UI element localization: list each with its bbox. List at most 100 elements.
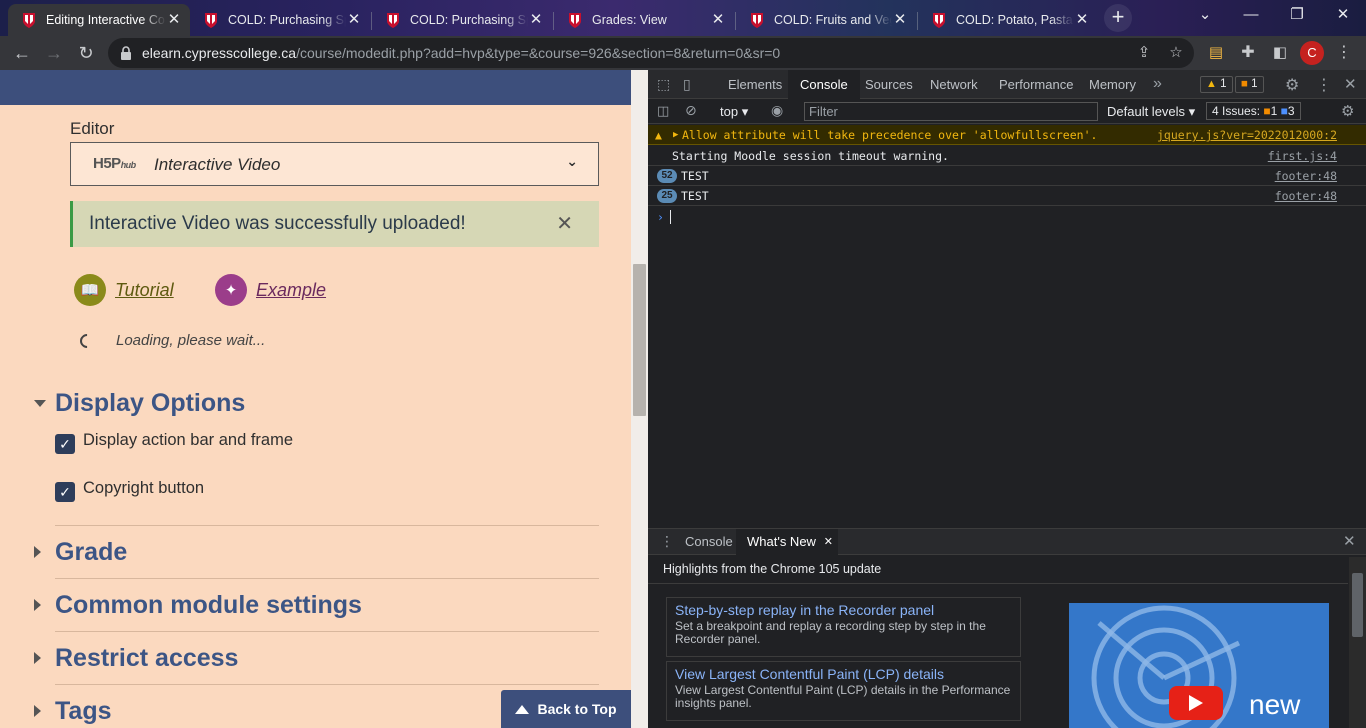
kebab-menu-icon[interactable]: ⋮ xyxy=(1316,75,1332,95)
context-select[interactable]: top ▾ xyxy=(720,104,748,120)
kebab-menu-icon[interactable]: ⋮ xyxy=(1330,39,1358,67)
whats-new-item-title[interactable]: View Largest Contentful Paint (LCP) deta… xyxy=(675,666,1012,682)
close-alert-icon[interactable]: ✕ xyxy=(556,211,573,236)
bookmark-star-icon[interactable]: ☆ xyxy=(1166,43,1186,63)
tab-close-icon[interactable]: ✕ xyxy=(1074,12,1090,28)
collapsed-arrow-icon[interactable] xyxy=(34,546,41,558)
devtools-tab-memory[interactable]: Memory xyxy=(1089,70,1136,99)
browser-tab[interactable]: Grades: View ✕ xyxy=(554,4,734,36)
section-heading-grade[interactable]: Grade xyxy=(55,538,127,567)
console-settings-gear-icon[interactable]: ⚙ xyxy=(1341,102,1354,120)
checkmark-icon[interactable]: ✓ xyxy=(55,434,75,454)
section-heading-common-module-settings[interactable]: Common module settings xyxy=(55,591,362,620)
browser-tab-strip: Editing Interactive Co ✕ COLD: Purchasin… xyxy=(0,0,1366,36)
tutorial-link-group[interactable]: 📖 Tutorial xyxy=(74,274,174,306)
checkmark-icon[interactable]: ✓ xyxy=(55,482,75,502)
gear-icon[interactable]: ⚙ xyxy=(1285,75,1299,95)
drawer-tab-console[interactable]: Console xyxy=(685,529,733,555)
tutorial-link[interactable]: Tutorial xyxy=(115,280,174,301)
devtools-tab-sources[interactable]: Sources xyxy=(865,70,913,99)
eye-icon[interactable]: ◉ xyxy=(771,102,783,119)
section-divider xyxy=(55,684,599,685)
browser-tab-active[interactable]: Editing Interactive Co ✕ xyxy=(8,4,190,36)
scrollbar-thumb[interactable] xyxy=(633,264,646,416)
issue-count-badge[interactable]: ■ 1 xyxy=(1235,76,1264,93)
example-link-group[interactable]: ✦ Example xyxy=(215,274,326,306)
whats-new-item[interactable]: View Largest Contentful Paint (LCP) deta… xyxy=(666,661,1021,721)
collapsed-arrow-icon[interactable] xyxy=(34,652,41,664)
forward-arrow-icon[interactable]: → xyxy=(40,39,68,67)
close-devtools-icon[interactable]: ✕ xyxy=(1344,75,1357,93)
lock-icon xyxy=(121,46,131,60)
minimize-icon[interactable]: — xyxy=(1228,0,1274,32)
console-message-warning: ▲ ▶ Allow attribute will take precedence… xyxy=(648,125,1366,145)
section-heading-restrict-access[interactable]: Restrict access xyxy=(55,644,238,673)
devtools-tab-console[interactable]: Console xyxy=(788,70,860,99)
close-window-icon[interactable]: ✕ xyxy=(1320,0,1366,32)
log-levels-value: Default levels xyxy=(1107,104,1186,119)
device-toolbar-icon[interactable]: ▯ xyxy=(683,76,691,93)
checkbox-display-action-bar[interactable]: ✓ Display action bar and frame xyxy=(55,431,293,454)
browser-tab[interactable]: COLD: Potato, Pasta ar ✕ xyxy=(918,4,1098,36)
tab-close-icon[interactable]: ✕ xyxy=(346,12,362,28)
warning-count-badge[interactable]: ▲ 1 xyxy=(1200,76,1233,93)
tab-close-icon[interactable]: ✕ xyxy=(528,12,544,28)
browser-tab[interactable]: COLD: Fruits and Vege ✕ xyxy=(736,4,916,36)
collapsed-arrow-icon[interactable] xyxy=(34,705,41,717)
browser-tab[interactable]: COLD: Purchasing Spe ✕ xyxy=(372,4,552,36)
console-source-link[interactable]: jquery.js?ver=2022012000:2 xyxy=(1157,125,1337,145)
tab-title: COLD: Purchasing Spe xyxy=(228,13,346,27)
close-drawer-icon[interactable]: ✕ xyxy=(1343,532,1356,550)
devtools-tab-network[interactable]: Network xyxy=(930,70,978,99)
whats-new-video-thumbnail[interactable]: new xyxy=(1069,603,1329,728)
new-tab-button[interactable]: + xyxy=(1104,4,1132,32)
extension-icon[interactable]: ▤ xyxy=(1202,39,1230,67)
close-tab-icon[interactable]: ✕ xyxy=(824,529,833,555)
restore-icon[interactable]: ❐ xyxy=(1274,0,1320,32)
editor-select[interactable]: H5Phub Interactive Video ⌄ xyxy=(70,142,599,186)
browser-tab[interactable]: COLD: Purchasing Spe ✕ xyxy=(190,4,370,36)
console-prompt[interactable]: › xyxy=(648,207,1366,227)
address-bar[interactable]: elearn.cypresscollege.ca/course/modedit.… xyxy=(108,38,1194,68)
log-levels-select[interactable]: Default levels ▾ xyxy=(1107,104,1195,120)
console-source-link[interactable]: footer:48 xyxy=(1275,186,1337,206)
back-to-top-button[interactable]: Back to Top xyxy=(501,690,631,728)
section-heading-display-options[interactable]: Display Options xyxy=(55,389,245,418)
clear-console-icon[interactable]: ⊘ xyxy=(685,102,697,119)
console-filter-input[interactable]: Filter xyxy=(804,102,1098,121)
example-link[interactable]: Example xyxy=(256,280,326,301)
youtube-play-icon[interactable] xyxy=(1169,686,1223,720)
back-arrow-icon[interactable]: ← xyxy=(8,39,36,67)
whats-new-item[interactable]: Step-by-step replay in the Recorder pane… xyxy=(666,597,1021,657)
expand-triangle-icon[interactable]: ▶ xyxy=(673,125,678,145)
issues-button[interactable]: 4 Issues: ■1 ■3 xyxy=(1206,102,1301,120)
drawer-menu-icon[interactable]: ⋮ xyxy=(660,533,674,550)
share-icon[interactable]: ⇪ xyxy=(1134,43,1154,63)
collapsed-arrow-icon[interactable] xyxy=(34,599,41,611)
section-divider xyxy=(55,631,599,632)
console-source-link[interactable]: footer:48 xyxy=(1275,166,1337,186)
tab-close-icon[interactable]: ✕ xyxy=(166,12,182,28)
whats-new-item-title[interactable]: Step-by-step replay in the Recorder pane… xyxy=(675,602,1012,618)
puzzle-extensions-icon[interactable]: ✚ xyxy=(1234,39,1262,67)
checkbox-copyright-button[interactable]: ✓ Copyright button xyxy=(55,479,204,502)
side-panel-icon[interactable]: ◧ xyxy=(1266,39,1294,67)
more-tabs-icon[interactable]: » xyxy=(1153,75,1162,93)
page-scrollbar[interactable] xyxy=(631,70,648,728)
section-heading-tags[interactable]: Tags xyxy=(55,697,112,726)
profile-avatar[interactable]: C xyxy=(1300,41,1324,65)
devtools-tab-elements[interactable]: Elements xyxy=(728,70,782,99)
sidebar-toggle-icon[interactable]: ◫ xyxy=(657,103,669,119)
moodle-shield-icon xyxy=(750,12,764,28)
drawer-tab-whats-new[interactable]: What's New ✕ xyxy=(736,529,838,555)
devtools-tab-performance[interactable]: Performance xyxy=(999,70,1073,99)
inspect-element-icon[interactable]: ⬚ xyxy=(657,76,670,93)
reload-icon[interactable]: ↻ xyxy=(72,39,100,67)
expanded-arrow-icon[interactable] xyxy=(34,400,46,407)
tab-close-icon[interactable]: ✕ xyxy=(892,12,908,28)
scrollbar-thumb[interactable] xyxy=(1352,573,1363,637)
console-source-link[interactable]: first.js:4 xyxy=(1268,146,1337,166)
whats-new-scrollbar[interactable] xyxy=(1349,557,1366,728)
tab-close-icon[interactable]: ✕ xyxy=(710,12,726,28)
tab-search-icon[interactable]: ⌄ xyxy=(1182,0,1228,32)
